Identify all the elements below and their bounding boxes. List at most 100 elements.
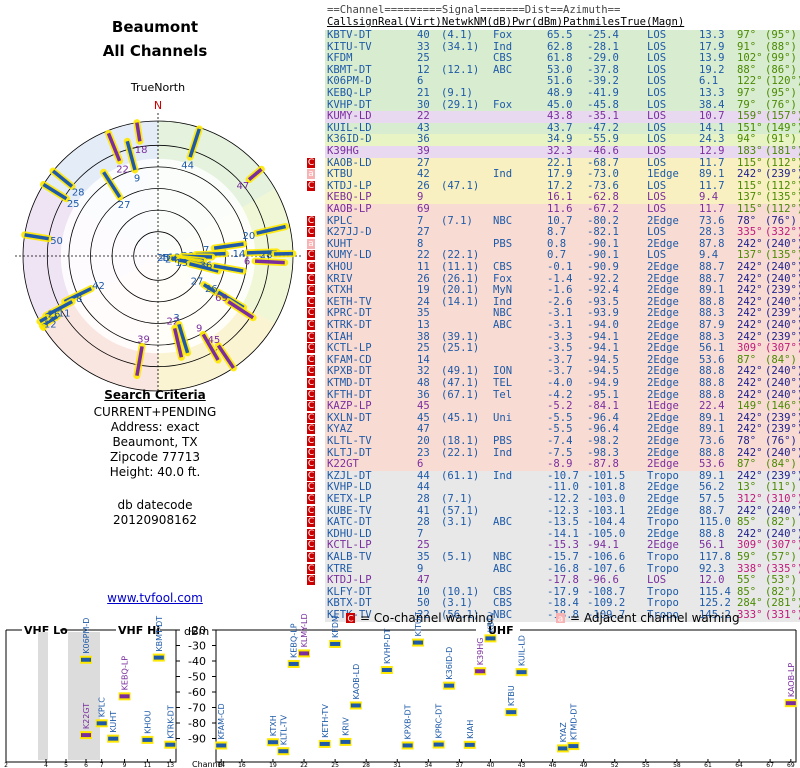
table-row[interactable]: C K27JJ-D 27 8.7 -82.1 LOS 28.3 335° (332°) bbox=[307, 226, 800, 239]
table-row[interactable]: C KTMD-DT 48 (47.1) TEL -4.0 -94.9 2Edge 88.8 242… bbox=[307, 377, 800, 390]
virtual-channel: (47.1) bbox=[441, 179, 480, 192]
tvfool-link[interactable]: www.tvfool.com bbox=[0, 591, 310, 605]
table-row[interactable]: C KATC-DT 28 (3.1) ABC -13.5 -104.4 Tropo 115.0 8… bbox=[307, 516, 800, 529]
noise-margin: -3.5 bbox=[547, 342, 573, 355]
x-tick-label: 34 bbox=[425, 762, 433, 768]
virtual-channel: (4.1) bbox=[441, 29, 473, 41]
virtual-channel: (47.1) bbox=[441, 377, 480, 389]
virtual-channel: (34.1) bbox=[441, 40, 480, 53]
table-row[interactable]: C KTDJ-LP 47 -17.8 -96.6 LOS 12.0 55° (53°) bbox=[307, 574, 800, 587]
x-tick-label: 16 bbox=[238, 762, 246, 768]
table-row[interactable]: KBTV-DT 40 (4.1) Fox 65.5 -25.4 LOS 13.3 97° (95°… bbox=[325, 29, 800, 42]
table-row[interactable]: C KTXH 19 (20.1) MyN -1.6 -92.4 2Edge 89.1 242° (2… bbox=[307, 285, 800, 297]
network: CBS bbox=[493, 52, 513, 65]
power-dbm: -104.4 bbox=[587, 516, 626, 529]
station-label: KITU-TV bbox=[414, 612, 423, 637]
station-mark bbox=[278, 749, 289, 754]
table-row[interactable]: C KLTL-TV 20 (18.1) PBS -7.4 -98.2 2Edge 73.6 78°… bbox=[307, 435, 800, 448]
adjacent-legend-text: = Adjacent channel warning bbox=[570, 612, 740, 625]
table-row[interactable]: C K22GT 6 -8.9 -87.8 2Edge 53.6 87° (84°) bbox=[307, 458, 800, 471]
power-dbm: -87.8 bbox=[587, 458, 619, 471]
power-dbm: -94.1 bbox=[587, 342, 619, 355]
table-row[interactable]: C KTRK-DT 13 ABC -3.1 -94.0 2Edge 87.9 242° (240°… bbox=[307, 319, 800, 332]
network: NBC bbox=[493, 214, 513, 227]
network: ABC bbox=[493, 319, 513, 331]
co-channel-warning-icon: C bbox=[307, 447, 315, 458]
distance: 13.9 bbox=[699, 52, 725, 65]
station-label: KHOU bbox=[143, 710, 152, 734]
y-tick-label: -40 bbox=[188, 655, 206, 668]
network: NBC bbox=[493, 551, 513, 563]
co-channel-warning-icon: C bbox=[307, 308, 315, 319]
table-row[interactable]: KFDM 25 CBS 61.8 -29.0 LOS 13.9 102° (99°) bbox=[325, 53, 800, 65]
azimuth-true: 55° bbox=[737, 574, 757, 587]
dist-group-header: Dist bbox=[524, 4, 551, 16]
real-channel: 22 bbox=[417, 110, 430, 123]
station-label: KUHT bbox=[109, 711, 118, 733]
power-dbm: -82.1 bbox=[587, 226, 619, 239]
azimuth-magn: (240°) bbox=[765, 319, 800, 331]
y-tick-label: -30 bbox=[188, 640, 206, 653]
station-mark bbox=[568, 744, 579, 749]
polar-label: 27 bbox=[118, 200, 131, 211]
table-row[interactable]: K39HG 39 32.3 -46.6 LOS 12.9 183° (181°) bbox=[325, 145, 800, 158]
virtual-channel: (14.1) bbox=[441, 295, 480, 308]
station-mark bbox=[475, 669, 486, 674]
azimuth-true: 159° bbox=[737, 110, 763, 123]
callsign: KEBQ-LP bbox=[327, 87, 372, 99]
distance: 117.8 bbox=[699, 551, 731, 563]
co-channel-warning-icon: C bbox=[307, 180, 315, 191]
station-mark bbox=[516, 670, 527, 675]
co-channel-warning-icon: C bbox=[307, 331, 315, 342]
x-tick-label: 31 bbox=[393, 762, 401, 768]
callsign: KAZP-LP bbox=[327, 400, 372, 413]
azimuth-magn: (310°) bbox=[765, 493, 800, 505]
polar-label: 8 bbox=[76, 294, 82, 305]
table-row[interactable]: KAOB-LP 69 11.6 -67.2 LOS 11.7 115° (112°) bbox=[325, 203, 800, 216]
callsign: KLTL-TV bbox=[327, 435, 372, 447]
polar-label: 18 bbox=[135, 145, 148, 156]
azimuth-true: 242° bbox=[737, 168, 763, 181]
station-label: KTXH bbox=[269, 715, 278, 736]
criteria-line: Height: 40.0 ft. bbox=[109, 465, 201, 479]
table-row[interactable]: C KETX-LP 28 (7.1) -12.2 -103.0 2Edge 57.5 312°(… bbox=[307, 493, 800, 506]
azimuth-magn: (57°) bbox=[765, 551, 797, 563]
table-row[interactable]: C KALB-TV 35 (5.1) NBC -15.7 -106.6 Tropo 117.8 5… bbox=[307, 551, 800, 564]
station-label: KETH-TV bbox=[321, 704, 330, 738]
co-channel-warning-icon: C bbox=[307, 320, 315, 330]
azimuth-magn: (240°) bbox=[765, 377, 800, 389]
callsign: KTMD-DT bbox=[327, 377, 372, 389]
table-row[interactable]: KUMY-LD 22 43.8 -35.1 LOS 10.7 159° (157°) bbox=[325, 111, 800, 123]
real-channel: 27 bbox=[417, 226, 430, 239]
station-mark bbox=[81, 733, 91, 738]
azimuth-magn: (112°) bbox=[765, 203, 800, 215]
search-criteria: Search Criteria CURRENT+PENDING Address:… bbox=[0, 388, 310, 480]
azimuth-magn: (181°) bbox=[765, 145, 800, 157]
co-channel-warning-icon: C bbox=[307, 378, 315, 388]
table-row[interactable]: a KTBU 42 Ind 17.9 -73.0 1Edge 89.1 242° (239°) bbox=[307, 168, 800, 181]
network: Ind bbox=[493, 469, 513, 482]
station-label: KBTV-DT bbox=[486, 612, 495, 632]
azimuth-magn: (332°) bbox=[765, 226, 800, 239]
virtual-channel: (45.1) bbox=[441, 411, 480, 424]
y-tick-label: -80 bbox=[188, 717, 206, 730]
x-axis-label: Channel bbox=[192, 760, 225, 768]
table-row[interactable]: C KCTL-LP 25 (25.1) -3.5 -94.1 2Edge 56.1 309° (3… bbox=[307, 342, 800, 355]
table-row[interactable]: KEBQ-LP 21 (9.1) 48.9 -41.9 LOS 13.3 97° (95°) bbox=[325, 87, 800, 100]
table-row[interactable]: C KAZP-LP 45 -5.2 -84.1 1Edge 22.4 149° (146°) bbox=[307, 400, 800, 413]
callsign: KALB-TV bbox=[327, 551, 372, 563]
column-header: (Magn) bbox=[645, 16, 685, 28]
co-channel-warning-icon: C bbox=[307, 262, 315, 272]
station-mark bbox=[506, 710, 517, 715]
azimuth-true: 335° bbox=[737, 226, 763, 239]
power-dbm: -35.1 bbox=[587, 110, 619, 123]
distance: 57.5 bbox=[699, 493, 725, 505]
callsign: K27JJ-D bbox=[327, 226, 372, 239]
real-channel: 21 bbox=[417, 87, 430, 99]
polar-label: 12 bbox=[44, 319, 57, 330]
noise-margin: -0.1 bbox=[547, 261, 573, 273]
virtual-channel: (3.1) bbox=[441, 516, 473, 529]
distance: 12.0 bbox=[699, 574, 725, 587]
table-row[interactable]: C KHOU 11 (11.1) CBS -0.1 -90.9 2Edge 88.7 242° (2… bbox=[307, 261, 800, 274]
station-mark bbox=[165, 742, 176, 747]
